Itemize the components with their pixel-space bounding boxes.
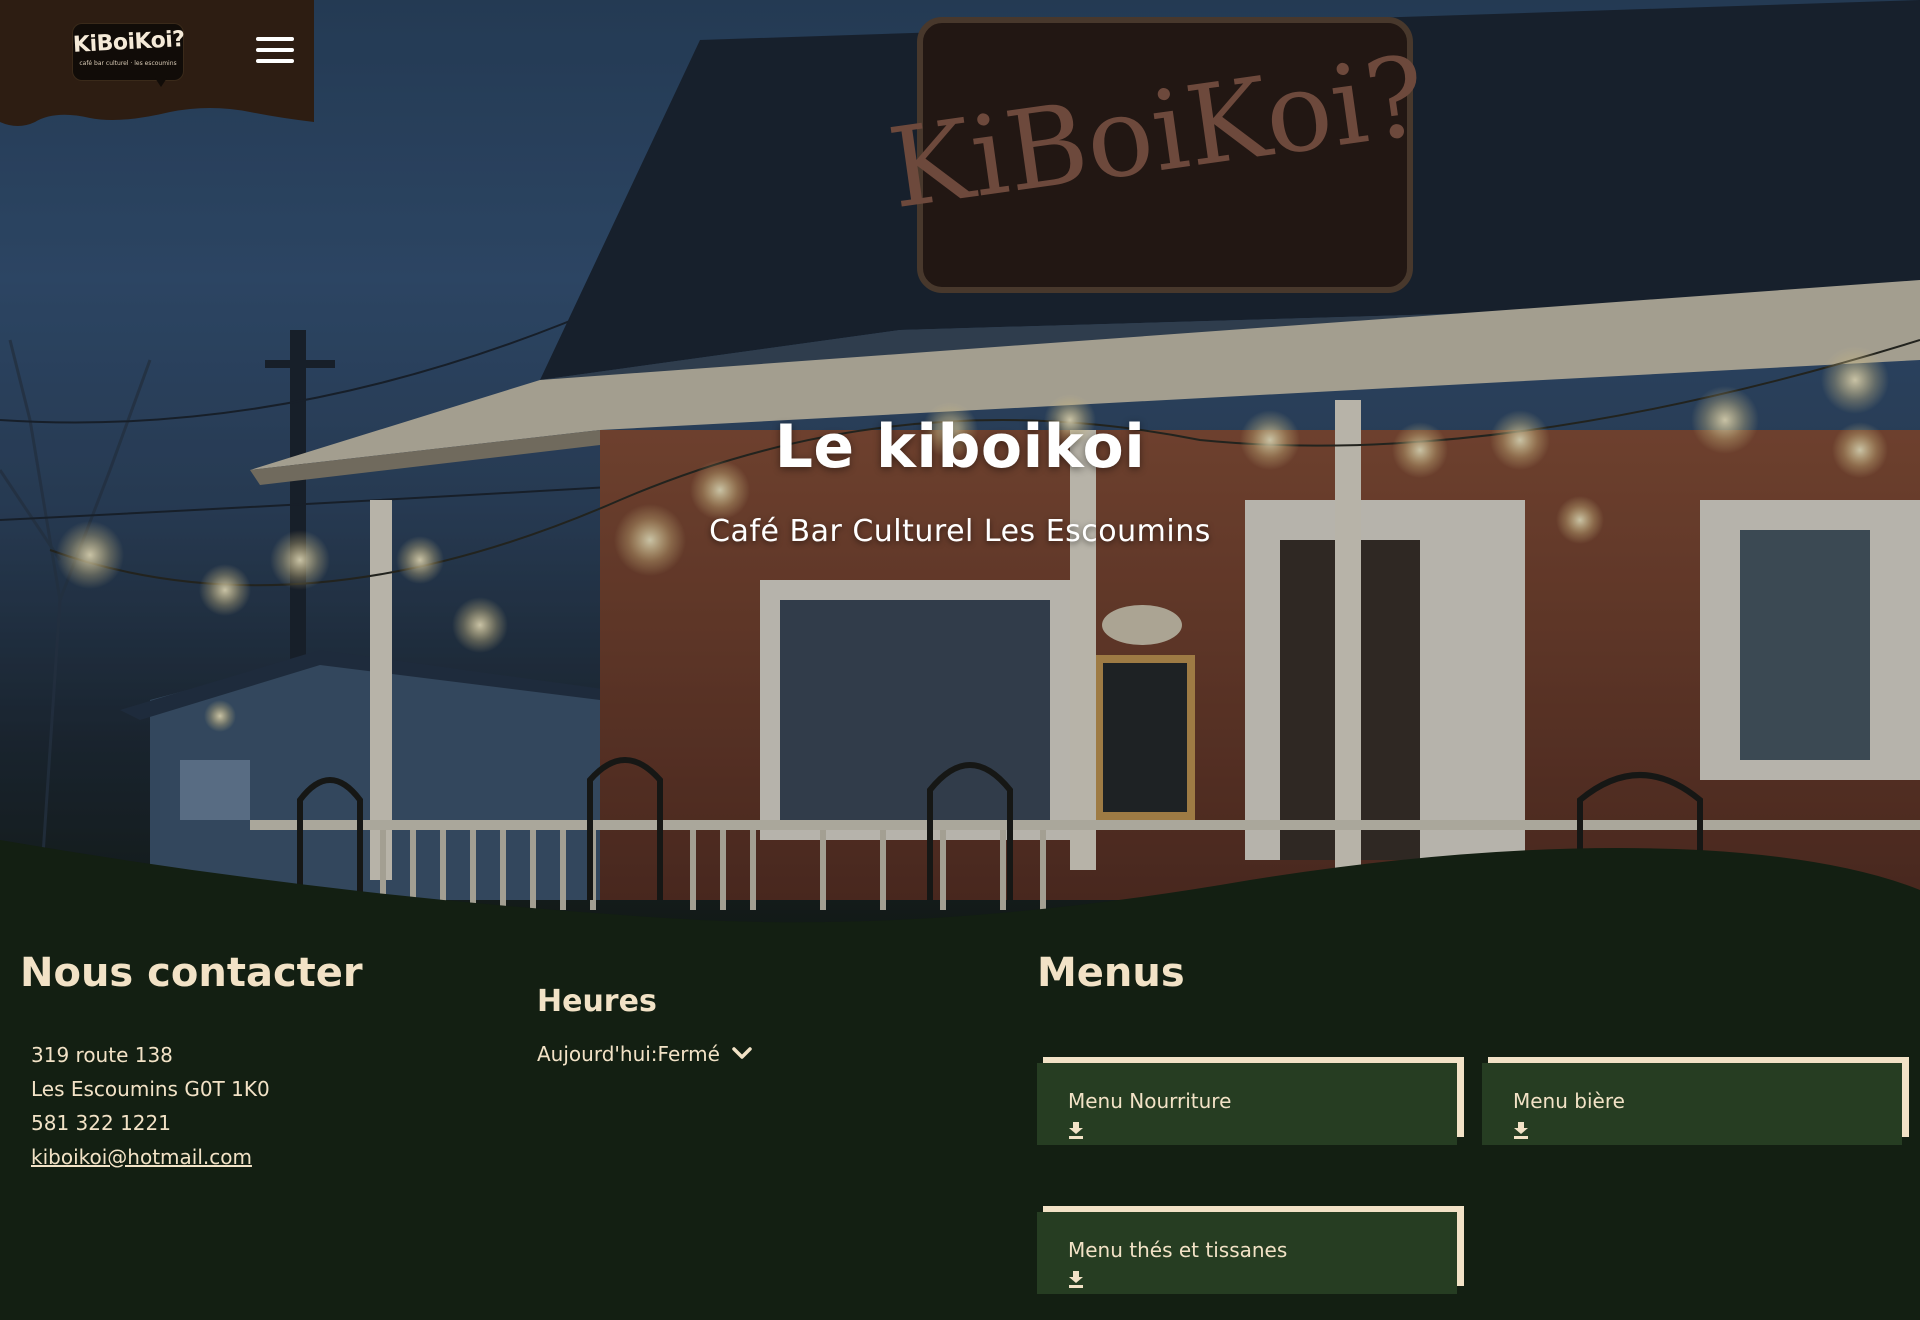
hours-heading: Heures (537, 984, 657, 1019)
page: KiBoiKoi? Le kiboikoi Café Bar Culturel … (0, 0, 1920, 1320)
hours-today-value: Fermé (657, 1042, 720, 1066)
hamburger-bar (256, 37, 294, 41)
section-wave-divider (0, 840, 1920, 940)
hero-subtitle: Café Bar Culturel Les Escoumins (709, 514, 1211, 549)
menus-heading: Menus (1037, 950, 1185, 996)
logo-tagline: café bar culturel · les escoumins (79, 60, 177, 67)
contact-address-line2: Les Escoumins G0T 1K0 (31, 1077, 270, 1101)
hero-title: Le kiboikoi (774, 412, 1146, 482)
contact-details: 319 route 138 Les Escoumins G0T 1K0 581 … (31, 1038, 270, 1174)
menu-card-label: Menu Nourriture (1068, 1089, 1232, 1113)
download-icon (1069, 1122, 1083, 1139)
menu-card-label: Menu thés et tissanes (1068, 1238, 1288, 1262)
hero-section: KiBoiKoi? Le kiboikoi Café Bar Culturel … (0, 0, 1920, 930)
contact-email-link[interactable]: kiboikoi@hotmail.com (31, 1140, 270, 1174)
menu-card-biere[interactable]: Menu bière (1482, 1057, 1909, 1145)
contact-address-line1: 319 route 138 (31, 1043, 173, 1067)
hours-today-label: Aujourd'hui: (537, 1042, 658, 1066)
hamburger-menu-icon[interactable] (254, 34, 296, 66)
menu-card-body: Menu thés et tissanes (1037, 1212, 1457, 1294)
download-icon (1069, 1271, 1083, 1288)
site-logo[interactable]: KiBoiKoi? café bar culturel · les escoum… (72, 24, 186, 87)
menu-card-thes[interactable]: Menu thés et tissanes (1037, 1206, 1464, 1294)
hamburger-bar (256, 48, 294, 52)
hours-today-toggle[interactable]: Aujourd'hui:Fermé (537, 1041, 753, 1066)
logo-wordmark: KiBoiKoi? (72, 27, 186, 58)
hamburger-bar (256, 59, 294, 63)
menu-card-body: Menu bière (1482, 1063, 1902, 1145)
menu-card-label: Menu bière (1513, 1089, 1625, 1113)
menu-card-nourriture[interactable]: Menu Nourriture (1037, 1057, 1464, 1145)
menu-card-body: Menu Nourriture (1037, 1063, 1457, 1145)
logo-speech-tail (155, 78, 167, 87)
download-icon (1514, 1122, 1528, 1139)
site-header: KiBoiKoi? café bar culturel · les escoum… (0, 0, 314, 130)
chevron-down-icon (732, 1041, 753, 1065)
contact-phone[interactable]: 581 322 1221 (31, 1106, 270, 1140)
contact-heading: Nous contacter (20, 950, 363, 996)
